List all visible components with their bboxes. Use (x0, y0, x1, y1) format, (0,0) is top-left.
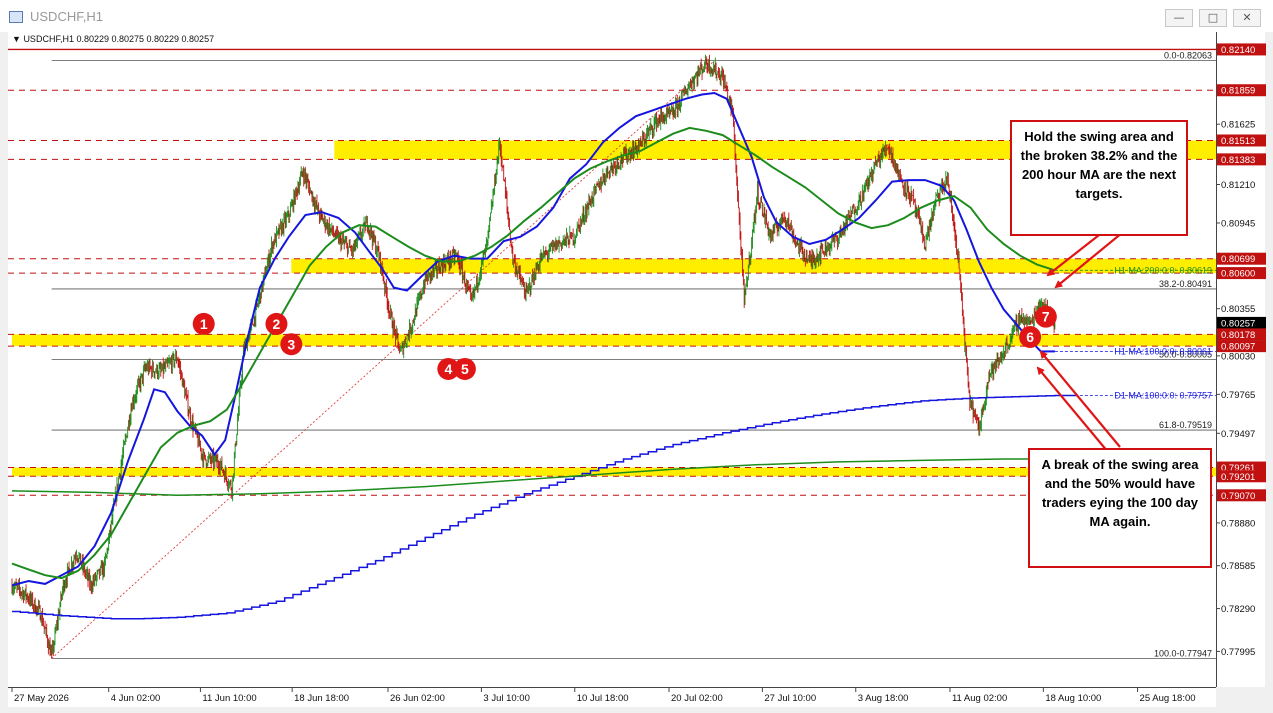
annotation-box-bottom: A break of the swing area and the 50% wo… (1028, 448, 1212, 568)
maximize-icon[interactable]: □ (1199, 9, 1227, 27)
annotation-text-bottom: A break of the swing area and the 50% wo… (1041, 457, 1199, 529)
annotation-arrow-2 (1039, 350, 1121, 448)
time-tick-label-3: 18 Jun 18:00 (294, 693, 349, 704)
symbol-info: ▼ USDCHF,H1 0.80229 0.80275 0.80229 0.80… (12, 34, 214, 44)
ma-label-1: H1 MA:200:0:0: 0.80619 (1114, 265, 1212, 275)
close-icon[interactable]: ✕ (1233, 9, 1261, 27)
window-titlebar[interactable]: USDCHF,H1 — □ ✕ (0, 0, 1273, 32)
price-axis-svg: 0.82140 0.81859 0.81625 0.81513 0.81383 0.812… (1217, 43, 1266, 658)
minimize-icon[interactable]: — (1165, 9, 1193, 27)
time-tick-label-2: 11 Jun 10:00 (202, 693, 256, 704)
level-tag-label-18: 0.79070 (1221, 491, 1255, 502)
level-tag-label-3: 0.81513 (1221, 136, 1255, 147)
level-tag-label-11: 0.80178 (1221, 330, 1255, 341)
status-strip (0, 707, 1273, 713)
ma-line-2 (12, 394, 1079, 620)
price-tick-label-20: 0.78585 (1221, 561, 1255, 572)
price-tick-label-21: 0.78290 (1221, 604, 1255, 615)
time-tick-label-8: 27 Jul 10:00 (764, 693, 816, 704)
price-tick-label-6: 0.80945 (1221, 218, 1255, 229)
price-tick-label-19: 0.78880 (1221, 518, 1255, 529)
annotation-box-top: Hold the swing area and the broken 38.2%… (1010, 120, 1188, 236)
price-tick-label-2: 0.81625 (1221, 120, 1255, 131)
window-title: USDCHF,H1 (30, 9, 103, 24)
fib-label-0: 0.0-0.82063 (1164, 51, 1212, 61)
triangle-down-icon[interactable]: ▼ (12, 34, 21, 44)
level-tag-label-8: 0.80600 (1221, 269, 1255, 280)
time-tick-label-10: 11 Aug 02:00 (952, 693, 1007, 704)
time-tick-label-7: 20 Jul 02:00 (671, 693, 723, 704)
ma-line-1 (11, 126, 1056, 580)
fib-label-4: 100.0-0.77947 (1154, 648, 1212, 658)
marker-label-5: 5 (461, 361, 469, 377)
time-tick-label-6: 10 Jul 18:00 (577, 693, 629, 704)
marker-label-1: 1 (200, 316, 208, 332)
time-tick-label-9: 3 Aug 18:00 (858, 693, 909, 704)
price-tick-label-9: 0.80355 (1221, 304, 1255, 315)
annotation-text-top: Hold the swing area and the broken 38.2%… (1020, 129, 1178, 201)
marker-label-2: 2 (273, 316, 281, 332)
level-tag-label-1: 0.81859 (1221, 86, 1255, 97)
price-tick-label-5: 0.81210 (1221, 180, 1255, 191)
annotation-arrow-1 (1054, 227, 1129, 289)
price-tick-label-13: 0.80030 (1221, 351, 1255, 362)
time-axis-svg: 27 May 2026 4 Jun 02:00 11 Jun 10:00 18 Jun… (11, 688, 1196, 704)
price-tick-label-14: 0.79765 (1221, 390, 1255, 401)
time-tick-label-0: 27 May 2026 (14, 693, 69, 704)
level-tag-label-4: 0.81383 (1221, 155, 1255, 166)
ma-line-3 (11, 458, 1079, 497)
annotation-arrow-3 (1036, 366, 1109, 453)
marker-label-4: 4 (444, 361, 452, 377)
time-axis[interactable]: 27 May 2026 4 Jun 02:00 11 Jun 10:00 18 Jun… (8, 687, 1216, 707)
level-tag-label-7: 0.80699 (1221, 254, 1255, 265)
time-tick-label-11: 18 Aug 10:00 (1045, 693, 1101, 704)
price-tick-label-22: 0.77995 (1221, 647, 1255, 658)
time-tick-label-5: 3 Jul 10:00 (483, 693, 529, 704)
marker-label-6: 6 (1026, 329, 1034, 345)
ma-label-0: H1 MA:100:0:0: 0.80061 (1114, 346, 1212, 356)
price-tick-label-15: 0.79497 (1221, 429, 1255, 440)
chart-plot-area[interactable]: 0.0-0.82063 38.2-0.80491 50.0-0.80005 61.8-… (8, 32, 1216, 687)
chart-window-icon (9, 11, 23, 23)
marker-label-3: 3 (287, 336, 295, 352)
marker-label-7: 7 (1042, 309, 1050, 325)
current-price-label: 0.80257 (1221, 318, 1255, 329)
symbol-ohlc: USDCHF,H1 0.80229 0.80275 0.80229 0.8025… (23, 34, 215, 44)
price-axis[interactable]: 0.82140 0.81859 0.81625 0.81513 0.81383 0.812… (1216, 32, 1266, 687)
time-tick-label-1: 4 Jun 02:00 (111, 693, 161, 704)
ma-label-2: D1 MA:100:0:0: 0.79757 (1114, 391, 1212, 401)
fib-label-3: 61.8-0.79519 (1159, 420, 1212, 430)
level-tag-label-0: 0.82140 (1221, 45, 1255, 56)
fib-label-1: 38.2-0.80491 (1159, 279, 1212, 289)
time-tick-label-4: 26 Jun 02:00 (390, 693, 445, 704)
time-tick-label-12: 25 Aug 18:00 (1140, 693, 1196, 704)
level-tag-label-17: 0.79201 (1221, 472, 1255, 483)
